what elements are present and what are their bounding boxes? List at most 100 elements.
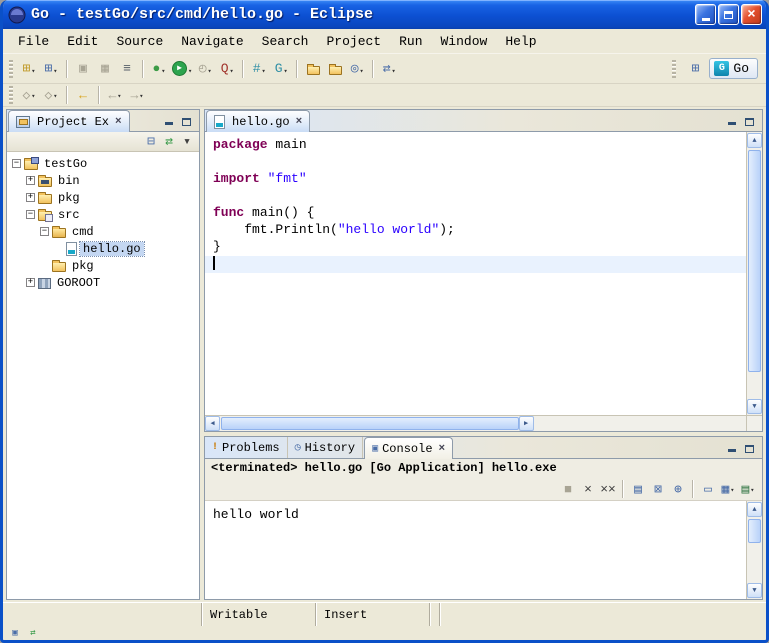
search-icon[interactable]: ◎▾	[346, 58, 368, 80]
show-console-on-output-icon[interactable]: ▤	[628, 479, 648, 499]
scroll-down-icon[interactable]: ▼	[747, 399, 762, 414]
run-icon[interactable]: ▶▾	[170, 58, 194, 80]
scroll-up-icon[interactable]: ▲	[747, 133, 762, 148]
dropdown-arrow-icon[interactable]: ▾	[117, 92, 121, 104]
print-icon[interactable]: ≡	[116, 58, 138, 80]
minimize-editor-button[interactable]	[724, 114, 739, 128]
open-folder-icon[interactable]	[324, 58, 346, 80]
close-icon[interactable]: ×	[113, 116, 122, 128]
view-menu-icon[interactable]: ▾	[178, 133, 196, 151]
tree-item-pkg[interactable]: pkg	[7, 257, 199, 274]
menu-project[interactable]: Project	[317, 31, 390, 52]
pin-console-icon[interactable]: ⊕	[668, 479, 688, 499]
remove-launch-icon[interactable]: ×	[578, 479, 598, 499]
scrollbar-thumb[interactable]	[748, 150, 761, 372]
expand-icon[interactable]: +	[26, 176, 35, 185]
menu-run[interactable]: Run	[390, 31, 431, 52]
clear-console-icon[interactable]: ▭	[698, 479, 718, 499]
tree-item-pkg[interactable]: +pkg	[7, 189, 199, 206]
tab-project-explorer[interactable]: Project Ex ×	[8, 110, 130, 132]
tab-history[interactable]: ◷History	[288, 437, 363, 458]
code-area[interactable]: package mainimport "fmt"func main() { fm…	[205, 132, 746, 415]
scroll-lock-icon[interactable]: ⊠	[648, 479, 668, 499]
go-perspective-button[interactable]: G Go	[709, 58, 758, 79]
scrollbar-thumb[interactable]	[221, 417, 519, 430]
minimize-console-button[interactable]	[724, 441, 739, 455]
tree-item-bin[interactable]: +bin	[7, 172, 199, 189]
open-perspective-button[interactable]: ⊞	[684, 58, 706, 80]
tree-item-src[interactable]: −src	[7, 206, 199, 223]
collapse-icon[interactable]: −	[40, 227, 49, 236]
dropdown-arrow-icon[interactable]: ▾	[262, 67, 266, 79]
title-bar[interactable]: Go - testGo/src/cmd/hello.go - Eclipse ×	[3, 0, 766, 29]
dropdown-arrow-icon[interactable]: ▾	[53, 67, 57, 79]
menu-window[interactable]: Window	[432, 31, 497, 52]
collapse-all-icon[interactable]: ⊟	[142, 133, 160, 151]
team-synchronize-icon[interactable]: ⇄▾	[378, 58, 400, 80]
dropdown-arrow-icon[interactable]: ▾	[139, 92, 143, 104]
console-output[interactable]: hello world	[205, 501, 746, 599]
tree-item-goroot[interactable]: +GOROOT	[7, 274, 199, 291]
scroll-up-icon[interactable]: ▲	[747, 502, 762, 517]
maximize-editor-button[interactable]	[742, 114, 757, 128]
menu-edit[interactable]: Edit	[58, 31, 107, 52]
minimize-button[interactable]	[695, 4, 716, 25]
editor-vertical-scrollbar[interactable]: ▲ ▼	[746, 132, 762, 415]
link-with-editor-icon[interactable]: ⇄	[160, 133, 178, 151]
dropdown-arrow-icon[interactable]: ▾	[161, 67, 165, 79]
close-icon[interactable]: ×	[437, 443, 446, 455]
dropdown-arrow-icon[interactable]: ▾	[208, 67, 212, 79]
scroll-right-icon[interactable]: ▶	[519, 416, 534, 431]
open-resource-icon[interactable]	[302, 58, 324, 80]
workspace-sync-status-icon[interactable]: ⇄	[26, 627, 40, 639]
editor-horizontal-scrollbar[interactable]: ◀ ▶	[205, 416, 746, 431]
expand-icon[interactable]: +	[26, 193, 35, 202]
menu-search[interactable]: Search	[253, 31, 318, 52]
close-icon[interactable]: ×	[294, 116, 303, 128]
maximize-console-button[interactable]	[742, 441, 757, 455]
new-go-element-icon[interactable]: ⊞▾	[40, 58, 62, 80]
dropdown-arrow-icon[interactable]: ▾	[230, 67, 234, 79]
dropdown-arrow-icon[interactable]: ▾	[31, 92, 35, 104]
menu-help[interactable]: Help	[496, 31, 545, 52]
close-button[interactable]: ×	[741, 4, 762, 25]
tree-item-testgo[interactable]: −testGo	[7, 155, 199, 172]
editor-tab-hello-go[interactable]: hello.go ×	[206, 110, 310, 132]
scrollbar-thumb[interactable]	[748, 519, 761, 543]
toolbar-grip[interactable]	[672, 60, 676, 78]
display-selected-console-icon[interactable]: ▦▾	[718, 479, 738, 499]
dropdown-arrow-icon[interactable]: ▾	[53, 92, 57, 104]
debug-icon[interactable]: ●▾	[148, 58, 170, 80]
maximize-button[interactable]	[718, 4, 739, 25]
dropdown-arrow-icon[interactable]: ▾	[730, 486, 734, 498]
go-build-status-icon[interactable]: ▣	[8, 627, 22, 639]
last-edit-location-icon[interactable]: ←	[72, 85, 94, 105]
menu-navigate[interactable]: Navigate	[172, 31, 252, 52]
dropdown-arrow-icon[interactable]: ▾	[750, 486, 754, 498]
toolbar-grip[interactable]	[9, 86, 13, 104]
remove-all-terminated-icon[interactable]: ××	[598, 479, 618, 499]
tab-console[interactable]: ▣Console×	[364, 437, 453, 459]
new-go-app-icon[interactable]: #▾	[248, 58, 270, 80]
dropdown-arrow-icon[interactable]: ▾	[188, 67, 192, 79]
dropdown-arrow-icon[interactable]: ▾	[360, 67, 364, 79]
tree-item-cmd[interactable]: −cmd	[7, 223, 199, 240]
toolbar-grip[interactable]	[9, 60, 13, 78]
dropdown-arrow-icon[interactable]: ▾	[284, 67, 288, 79]
collapse-icon[interactable]: −	[12, 159, 21, 168]
dropdown-arrow-icon[interactable]: ▾	[31, 67, 35, 79]
menu-source[interactable]: Source	[107, 31, 172, 52]
console-vertical-scrollbar[interactable]: ▲ ▼	[746, 501, 762, 599]
menu-file[interactable]: File	[9, 31, 58, 52]
expand-icon[interactable]: +	[26, 278, 35, 287]
run-last-tool-icon[interactable]: Q▾	[216, 58, 238, 80]
dropdown-arrow-icon[interactable]: ▾	[392, 67, 396, 79]
minimize-view-button[interactable]	[161, 114, 176, 128]
collapse-icon[interactable]: −	[26, 210, 35, 219]
new-go-file-icon[interactable]: G▾	[270, 58, 292, 80]
scroll-left-icon[interactable]: ◀	[205, 416, 220, 431]
new-wizard-icon[interactable]: ⊞▾	[18, 58, 40, 80]
open-console-icon[interactable]: ▤▾	[738, 479, 758, 499]
tab-problems[interactable]: !Problems	[205, 437, 288, 458]
maximize-view-button[interactable]	[179, 114, 194, 128]
